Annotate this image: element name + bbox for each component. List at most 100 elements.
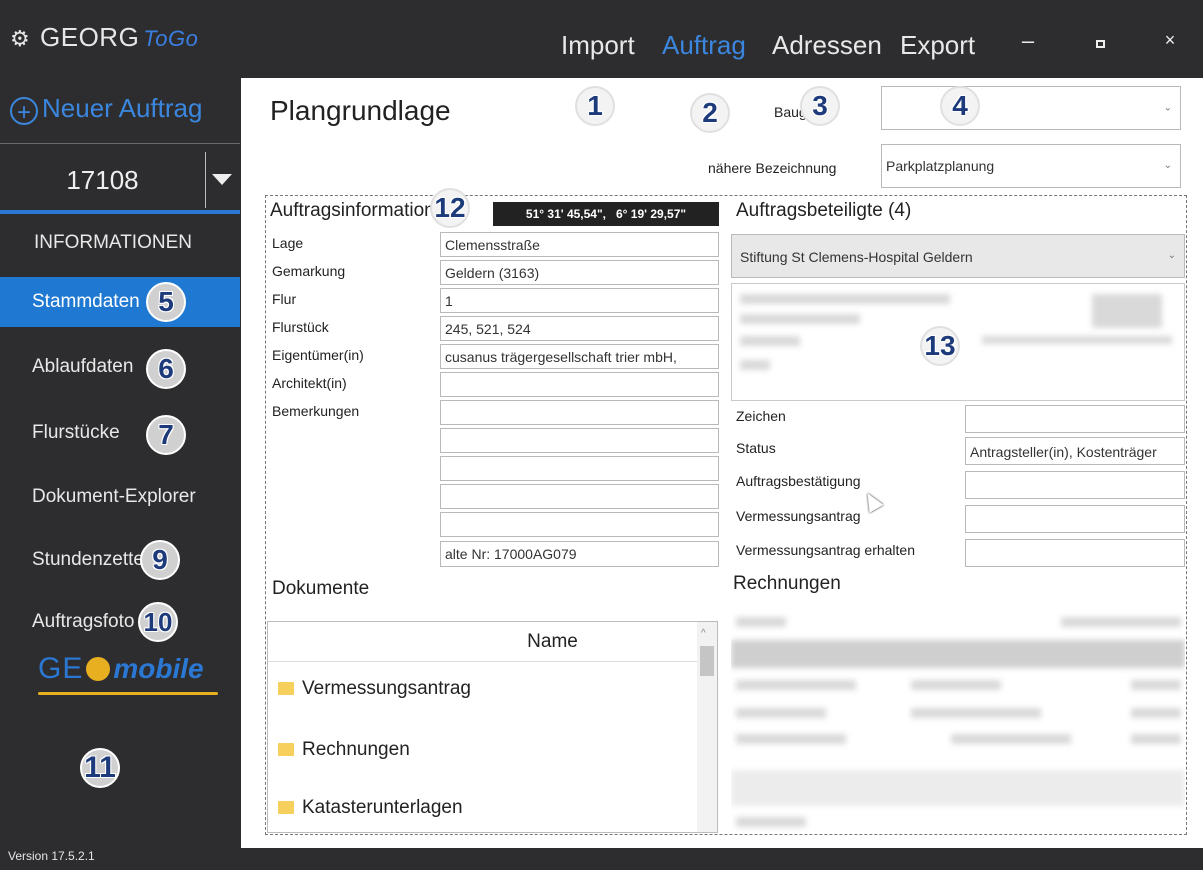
field-label: Architekt(in) (272, 375, 347, 391)
nav-export[interactable]: Export (900, 30, 975, 61)
auftragsinfo-heading: Auftragsinformation (270, 200, 435, 221)
new-order-button[interactable]: + Neuer Auftrag (10, 93, 202, 126)
callout-badge: 10 (138, 602, 178, 642)
redacted-text (740, 336, 800, 346)
page-title: Plangrundlage (270, 95, 451, 126)
sidebar-item-label: Dokument-Explorer (32, 486, 196, 507)
auftragsbestaetigung-input[interactable] (965, 471, 1185, 499)
callout-badge: 4 (940, 86, 980, 126)
field-label: Flur (272, 291, 297, 307)
callout-badge: 11 (80, 748, 120, 788)
sidebar-item-flurstuecke[interactable]: Flurstücke 7 (0, 408, 240, 458)
field-label: Lage (272, 235, 304, 251)
redacted-text (911, 708, 1041, 718)
list-item[interactable]: Vermessungsantrag (278, 678, 471, 700)
app-title-main: GEORG (40, 22, 140, 52)
beteiligte-select[interactable]: Stiftung St Clemens-Hospital Geldern ⌄ (731, 234, 1185, 278)
divider (0, 143, 240, 144)
architekt-input[interactable] (440, 372, 719, 397)
section-heading: INFORMATIONEN (34, 232, 192, 253)
list-item[interactable]: Rechnungen (278, 739, 410, 761)
field-label: Eigentümer(in) (272, 347, 364, 363)
dropdown-divider (205, 152, 206, 208)
redacted-text (1092, 294, 1162, 328)
redacted-text (982, 336, 1172, 344)
nav-auftrag[interactable]: Auftrag (662, 30, 746, 61)
folder-label: Katasterunterlagen (302, 797, 463, 818)
sidebar-item-auftragsfoto[interactable]: Auftragsfoto 10 (0, 597, 240, 647)
logo-text-geo: GE (38, 652, 84, 685)
version-label: Version 17.5.2.1 (8, 849, 95, 863)
geomobile-logo: GE mobile (38, 652, 238, 702)
callout-badge: 1 (575, 86, 615, 126)
beteiligte-heading: Auftragsbeteiligte (4) (736, 200, 912, 221)
field-label: Auftragsbestätigung (736, 473, 861, 489)
field-label: Gemarkung (272, 263, 346, 279)
app-title-accent: ToGo (143, 26, 199, 51)
redacted-text (736, 617, 786, 627)
callout-badge: 3 (800, 86, 840, 126)
order-number[interactable]: 17108 (0, 152, 205, 208)
maximize-button[interactable] (1080, 32, 1120, 53)
sidebar-item-stundenzettel[interactable]: Stundenzettel 9 (0, 535, 240, 585)
redacted-row (731, 770, 1185, 806)
redacted-text (1061, 617, 1181, 627)
minimize-button[interactable]: – (1008, 28, 1048, 54)
sidebar-item-dokument-explorer[interactable]: Dokument-Explorer (0, 472, 240, 522)
callout-badge: 12 (430, 188, 470, 228)
nav-import[interactable]: Import (561, 30, 635, 61)
field-label: Zeichen (736, 408, 786, 424)
eigentuemer-input[interactable]: cusanus trägergesellschaft trier mbH, (440, 344, 719, 369)
globe-icon (86, 657, 111, 681)
redacted-row (731, 640, 1185, 668)
bemerkungen-input-1[interactable] (440, 400, 719, 425)
redacted-text (736, 708, 826, 718)
scrollbar[interactable]: ^ (697, 622, 717, 832)
document-list[interactable]: Name Vermessungsantrag Rechnungen Katast… (267, 621, 718, 833)
app-title: ⚙ GEORG ToGo (10, 22, 198, 53)
sidebar-item-ablaufdaten[interactable]: Ablaufdaten 6 (0, 342, 240, 392)
rechnungen-heading: Rechnungen (733, 573, 841, 594)
bemerkungen-input-5[interactable] (440, 512, 719, 537)
sidebar-item-label: Ablaufdaten (32, 356, 134, 377)
flurstueck-input[interactable]: 245, 521, 524 (440, 316, 719, 341)
scrollbar-thumb[interactable] (700, 646, 714, 676)
field-label: Bemerkungen (272, 403, 360, 419)
order-underline (0, 210, 240, 214)
bemerkungen-input-2[interactable] (440, 428, 719, 453)
logo-text-mobile: mobile (113, 653, 204, 684)
logo-swoosh (38, 692, 218, 695)
vermessungsantrag-input[interactable] (965, 505, 1185, 533)
baugebiet-select[interactable]: ⌄ (881, 86, 1181, 130)
gemarkung-input[interactable]: Geldern (3163) (440, 260, 719, 285)
naehere-bezeichnung-select[interactable]: Parkplatzplanung ⌄ (881, 144, 1181, 188)
redacted-text (736, 817, 806, 827)
redacted-text (736, 680, 856, 690)
bemerkungen-input-4[interactable] (440, 484, 719, 509)
chevron-down-icon[interactable] (212, 174, 232, 185)
close-button[interactable]: × (1150, 30, 1190, 51)
rechnungen-table[interactable] (731, 602, 1185, 834)
callout-badge: 13 (920, 326, 960, 366)
bemerkungen-input-6[interactable]: alte Nr: 17000AG079 (440, 541, 719, 567)
sidebar-item-stammdaten[interactable]: Stammdaten 5 (0, 277, 240, 327)
lage-input[interactable]: Clemensstraße (440, 232, 719, 257)
gear-icon[interactable]: ⚙ (10, 26, 32, 52)
sidebar-item-label: Auftragsfoto (32, 611, 135, 632)
plus-circle-icon: + (10, 97, 38, 126)
vermessungsantrag-erhalten-input[interactable] (965, 539, 1185, 567)
redacted-text (740, 294, 950, 304)
zeichen-input[interactable] (965, 405, 1185, 433)
scroll-up-icon[interactable]: ^ (701, 628, 706, 639)
column-header-name[interactable]: Name (268, 622, 697, 662)
status-input[interactable]: Antragsteller(in), Kostenträger (965, 437, 1185, 465)
nav-adressen[interactable]: Adressen (772, 30, 882, 61)
flur-input[interactable]: 1 (440, 288, 719, 313)
redacted-text (951, 734, 1071, 744)
redacted-text (1131, 680, 1181, 690)
naehere-bezeichnung-label: nähere Bezeichnung (708, 160, 837, 176)
chevron-down-icon: ⌄ (1163, 102, 1172, 114)
naehere-bezeichnung-value: Parkplatzplanung (886, 158, 995, 174)
bemerkungen-input-3[interactable] (440, 456, 719, 481)
list-item[interactable]: Katasterunterlagen (278, 797, 463, 819)
